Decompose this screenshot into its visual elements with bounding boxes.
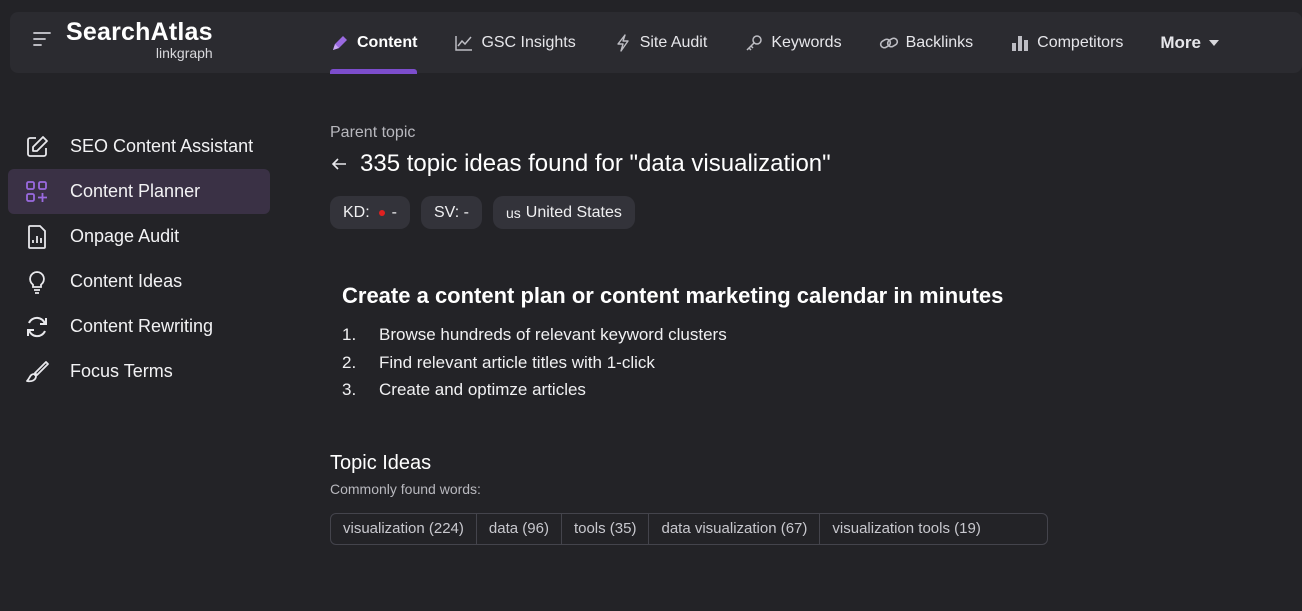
- step-text: Find relevant article titles with 1-clic…: [379, 352, 655, 372]
- key-icon: [746, 34, 763, 51]
- nav-site-audit[interactable]: Site Audit: [613, 12, 708, 73]
- step-number: 3.: [342, 380, 357, 399]
- main-nav: Content GSC Insights Site Audit Keywords: [330, 12, 1256, 74]
- list-item: 2. Find relevant article titles with 1-c…: [342, 353, 1270, 381]
- word-filter-button[interactable]: data (96): [477, 513, 562, 544]
- sidebar-item-content-planner[interactable]: Content Planner: [8, 169, 270, 214]
- nav-site-audit-label: Site Audit: [639, 33, 708, 51]
- step-number: 2.: [342, 352, 357, 372]
- report-icon: [28, 224, 46, 249]
- pen-icon: [333, 35, 347, 50]
- top-navigation-bar: SearchAtlas linkgraph Content GSC Insigh…: [10, 12, 1302, 74]
- nav-keywords[interactable]: Keywords: [744, 12, 842, 73]
- edit-icon: [27, 135, 48, 157]
- brand-logo[interactable]: SearchAtlas linkgraph: [66, 19, 213, 60]
- sidebar-item-label: Content Ideas: [70, 271, 183, 291]
- nav-competitors[interactable]: Competitors: [1010, 12, 1123, 73]
- sidebar-item-label: Content Planner: [70, 181, 201, 201]
- sv-chip: SV: -: [421, 196, 482, 229]
- step-number: 1.: [342, 325, 357, 344]
- sidebar-item-seo-content-assistant[interactable]: SEO Content Assistant: [8, 124, 270, 169]
- country-chip[interactable]: us United States: [492, 196, 635, 229]
- content-plan-info: Create a content plan or content marketi…: [342, 283, 1270, 408]
- sidebar-item-label: Content Rewriting: [70, 316, 214, 336]
- sidebar-item-content-ideas[interactable]: Content Ideas: [8, 259, 270, 304]
- common-words-group: visualization (224) data (96) tools (35)…: [330, 512, 1048, 545]
- nav-backlinks[interactable]: Backlinks: [879, 12, 974, 73]
- step-text: Browse hundreds of relevant keyword clus…: [379, 325, 727, 344]
- topic-ideas-title: Topic Ideas: [330, 451, 432, 474]
- chevron-down-icon: [1209, 39, 1220, 46]
- nav-more-dropdown[interactable]: More: [1160, 12, 1220, 73]
- sidebar-item-label: SEO Content Assistant: [70, 136, 254, 156]
- kd-label: KD:: [343, 203, 370, 221]
- topic-ideas-subtitle: Commonly found words:: [330, 480, 481, 497]
- word-filter-button[interactable]: data visualization (67): [649, 513, 821, 544]
- trend-icon: [455, 35, 473, 51]
- sv-value: -: [463, 203, 469, 221]
- nav-content[interactable]: Content: [330, 12, 418, 74]
- brand-subtitle: linkgraph: [155, 45, 213, 61]
- kd-chip: KD: -: [330, 196, 410, 229]
- link-icon: [879, 36, 898, 49]
- sidebar-item-label: Onpage Audit: [70, 226, 180, 246]
- sidebar-item-label: Focus Terms: [70, 361, 173, 381]
- brush-icon: [26, 360, 49, 382]
- kd-value: -: [391, 203, 397, 221]
- nav-competitors-label: Competitors: [1037, 33, 1124, 51]
- nav-content-label: Content: [357, 33, 418, 51]
- sidebar-item-content-rewriting[interactable]: Content Rewriting: [8, 304, 270, 349]
- country-label: United States: [525, 203, 622, 221]
- nav-keywords-label: Keywords: [771, 33, 842, 51]
- word-filter-button[interactable]: visualization tools (19): [820, 514, 992, 544]
- sv-label: SV:: [434, 203, 460, 221]
- list-item: 1. Browse hundreds of relevant keyword c…: [342, 325, 1270, 353]
- bolt-icon: [617, 33, 629, 52]
- page-title: 335 topic ideas found for "data visualiz…: [330, 150, 1270, 178]
- plan-title: Create a content plan or content marketi…: [342, 283, 1004, 308]
- nav-more-label: More: [1160, 32, 1202, 52]
- plan-steps: 1. Browse hundreds of relevant keyword c…: [342, 325, 1270, 408]
- sidebar-item-onpage-audit[interactable]: Onpage Audit: [8, 214, 270, 259]
- country-flag-icon: us: [505, 204, 521, 221]
- kd-status-dot: [378, 209, 385, 216]
- parent-topic-label: Parent topic: [330, 124, 416, 141]
- nav-gsc-label: GSC Insights: [481, 33, 576, 51]
- back-arrow-icon[interactable]: [330, 155, 348, 173]
- bars-icon: [1012, 35, 1029, 51]
- menu-icon[interactable]: [32, 28, 54, 50]
- sidebar: SEO Content Assistant Content Planner On…: [8, 124, 270, 394]
- list-item: 3. Create and optimze articles: [342, 380, 1270, 408]
- word-filter-button[interactable]: visualization (224): [331, 513, 477, 544]
- filter-chips: KD: - SV: - us United States: [330, 196, 1270, 229]
- main-content: Parent topic 335 topic ideas found for "…: [330, 124, 1270, 545]
- sidebar-item-focus-terms[interactable]: Focus Terms: [8, 349, 270, 394]
- lightbulb-icon: [29, 270, 45, 294]
- nav-gsc-insights[interactable]: GSC Insights: [454, 12, 576, 73]
- step-text: Create and optimze articles: [379, 380, 586, 399]
- word-filter-button[interactable]: tools (35): [562, 513, 650, 544]
- page-title-text: 335 topic ideas found for "data visualiz…: [360, 150, 831, 177]
- grid-plus-icon: [26, 180, 47, 202]
- brand-name: SearchAtlas: [66, 18, 213, 46]
- refresh-icon: [27, 316, 47, 337]
- nav-backlinks-label: Backlinks: [905, 33, 974, 51]
